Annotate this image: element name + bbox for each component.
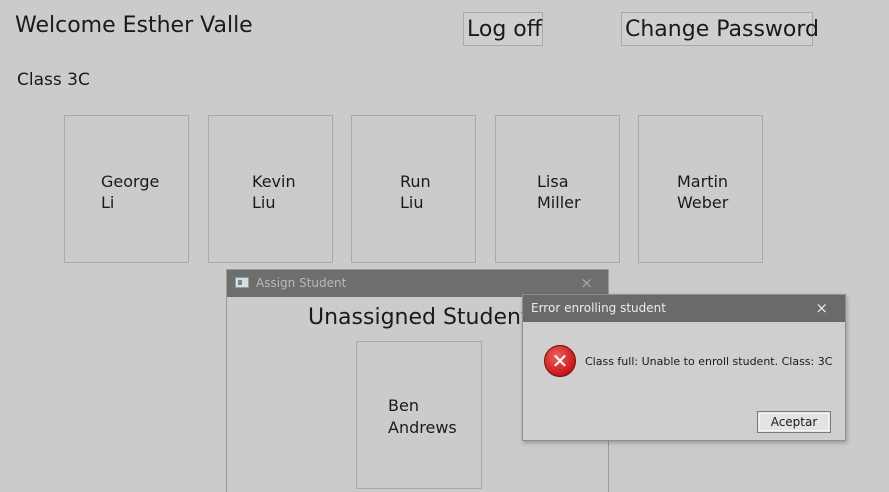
student-last-name: Miller	[537, 193, 581, 212]
student-last-name: Andrews	[388, 418, 457, 437]
assign-window-titlebar[interactable]: Assign Student ×	[227, 270, 608, 297]
student-card[interactable]: Kevin Liu	[208, 115, 333, 263]
student-card[interactable]: Martin Weber	[638, 115, 763, 263]
student-card[interactable]: George Li	[64, 115, 189, 263]
error-dialog-title: Error enrolling student	[531, 301, 666, 315]
student-first-name: Lisa	[537, 172, 569, 191]
student-first-name: Kevin	[252, 172, 296, 191]
student-card[interactable]: Run Liu	[351, 115, 476, 263]
student-name: Run Liu	[400, 171, 431, 213]
student-first-name: Ben	[388, 396, 419, 415]
unassigned-students-heading: Unassigned Students	[308, 305, 542, 330]
student-name: Martin Weber	[677, 171, 728, 213]
error-dialog: Error enrolling student × ✕ Class full: …	[522, 294, 846, 441]
student-card[interactable]: Lisa Miller	[495, 115, 620, 263]
student-name: Lisa Miller	[537, 171, 581, 213]
student-name: George Li	[101, 171, 159, 213]
assign-window-title: Assign Student	[256, 276, 347, 290]
window-app-icon	[235, 277, 249, 288]
logoff-button[interactable]: Log off	[463, 12, 543, 46]
student-last-name: Li	[101, 193, 115, 212]
student-last-name: Weber	[677, 193, 729, 212]
close-icon[interactable]: ×	[815, 299, 828, 317]
close-icon[interactable]: ×	[580, 274, 593, 292]
student-name: Kevin Liu	[252, 171, 296, 213]
class-label: Class 3C	[17, 70, 90, 90]
student-name: Ben Andrews	[388, 395, 457, 439]
error-message: Class full: Unable to enroll student. Cl…	[585, 355, 833, 368]
error-dialog-titlebar[interactable]: Error enrolling student ×	[523, 295, 845, 322]
student-first-name: George	[101, 172, 160, 191]
student-first-name: Martin	[677, 172, 729, 191]
error-icon: ✕	[544, 345, 576, 377]
aceptar-button[interactable]: Aceptar	[757, 411, 831, 433]
welcome-text: Welcome Esther Valle	[15, 13, 253, 38]
student-last-name: Liu	[252, 193, 276, 212]
change-password-button[interactable]: Change Password	[621, 12, 819, 46]
student-first-name: Run	[400, 172, 431, 191]
unassigned-student-card[interactable]: Ben Andrews	[356, 341, 482, 489]
student-last-name: Liu	[400, 193, 424, 212]
